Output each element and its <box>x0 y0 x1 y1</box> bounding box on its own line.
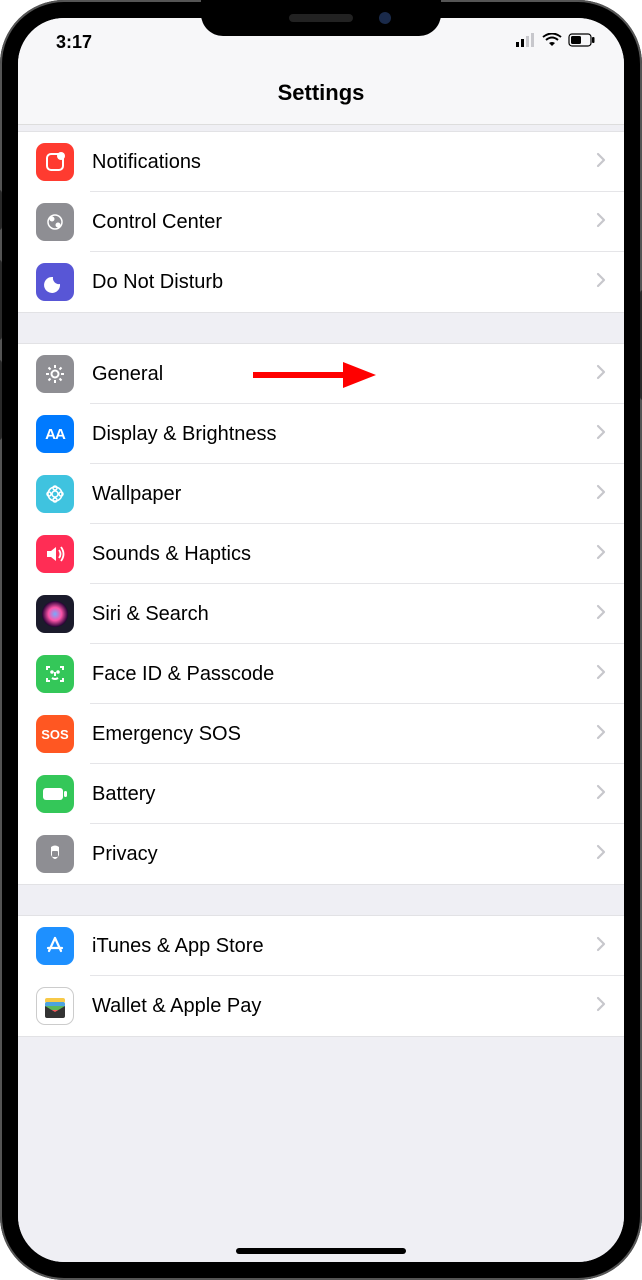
settings-row-sounds-haptics[interactable]: Sounds & Haptics <box>18 524 624 584</box>
wallpaper-icon <box>36 475 74 513</box>
chevron-right-icon <box>596 844 606 865</box>
row-label: Control Center <box>92 211 596 234</box>
chevron-right-icon <box>596 936 606 957</box>
settings-row-privacy[interactable]: Privacy <box>18 824 624 884</box>
display-icon: AA <box>36 415 74 453</box>
settings-row-do-not-disturb[interactable]: Do Not Disturb <box>18 252 624 312</box>
row-label: Wallpaper <box>92 483 596 506</box>
general-icon <box>36 355 74 393</box>
annotation-arrow <box>248 358 378 397</box>
chevron-right-icon <box>596 784 606 805</box>
status-indicators <box>516 33 596 52</box>
control-center-icon <box>36 203 74 241</box>
battery-icon <box>36 775 74 813</box>
chevron-right-icon <box>596 152 606 173</box>
row-label: Siri & Search <box>92 603 596 626</box>
chevron-right-icon <box>596 212 606 233</box>
wifi-icon <box>542 33 562 52</box>
appstore-icon <box>36 927 74 965</box>
chevron-right-icon <box>596 724 606 745</box>
settings-row-notifications[interactable]: Notifications <box>18 132 624 192</box>
page-title: Settings <box>18 66 624 125</box>
row-label: Privacy <box>92 843 596 866</box>
settings-row-emergency-sos[interactable]: SOS Emergency SOS <box>18 704 624 764</box>
settings-row-general[interactable]: General <box>18 344 624 404</box>
chevron-right-icon <box>596 272 606 293</box>
settings-row-wallpaper[interactable]: Wallpaper <box>18 464 624 524</box>
settings-row-battery[interactable]: Battery <box>18 764 624 824</box>
settings-group: Notifications Control Center Do Not Distur… <box>18 131 624 313</box>
chevron-right-icon <box>596 424 606 445</box>
chevron-right-icon <box>596 544 606 565</box>
row-label: Sounds & Haptics <box>92 543 596 566</box>
row-label: Notifications <box>92 151 596 174</box>
notch <box>201 0 441 36</box>
settings-row-wallet-apple-pay[interactable]: Wallet & Apple Pay <box>18 976 624 1036</box>
siri-icon <box>36 595 74 633</box>
row-label: Display & Brightness <box>92 423 596 446</box>
row-label: Emergency SOS <box>92 723 596 746</box>
settings-row-display-brightness[interactable]: AA Display & Brightness <box>18 404 624 464</box>
row-label: Battery <box>92 783 596 806</box>
battery-icon <box>568 33 596 52</box>
settings-row-face-id-passcode[interactable]: Face ID & Passcode <box>18 644 624 704</box>
chevron-right-icon <box>596 996 606 1017</box>
row-label: Wallet & Apple Pay <box>92 995 596 1018</box>
row-label: Do Not Disturb <box>92 271 596 294</box>
settings-group: iTunes & App Store Wallet & Apple Pay <box>18 915 624 1037</box>
device-frame: 3:17 Settings Notifications Control Cente… <box>0 0 642 1280</box>
privacy-icon <box>36 835 74 873</box>
sos-icon: SOS <box>36 715 74 753</box>
settings-list[interactable]: Notifications Control Center Do Not Distur… <box>18 125 624 1262</box>
faceid-icon <box>36 655 74 693</box>
wallet-icon <box>36 987 74 1025</box>
row-label: Face ID & Passcode <box>92 663 596 686</box>
row-label: iTunes & App Store <box>92 935 596 958</box>
settings-row-itunes-app-store[interactable]: iTunes & App Store <box>18 916 624 976</box>
settings-row-control-center[interactable]: Control Center <box>18 192 624 252</box>
chevron-right-icon <box>596 604 606 625</box>
sounds-icon <box>36 535 74 573</box>
settings-row-siri-search[interactable]: Siri & Search <box>18 584 624 644</box>
settings-group: General AA Display & Brightness Wallpaper So… <box>18 343 624 885</box>
chevron-right-icon <box>596 664 606 685</box>
chevron-right-icon <box>596 364 606 385</box>
chevron-right-icon <box>596 484 606 505</box>
home-indicator[interactable] <box>236 1248 406 1254</box>
status-time: 3:17 <box>46 32 92 53</box>
notifications-icon <box>36 143 74 181</box>
screen: 3:17 Settings Notifications Control Cente… <box>18 18 624 1262</box>
cellular-icon <box>516 33 536 52</box>
do-not-disturb-icon <box>36 263 74 301</box>
